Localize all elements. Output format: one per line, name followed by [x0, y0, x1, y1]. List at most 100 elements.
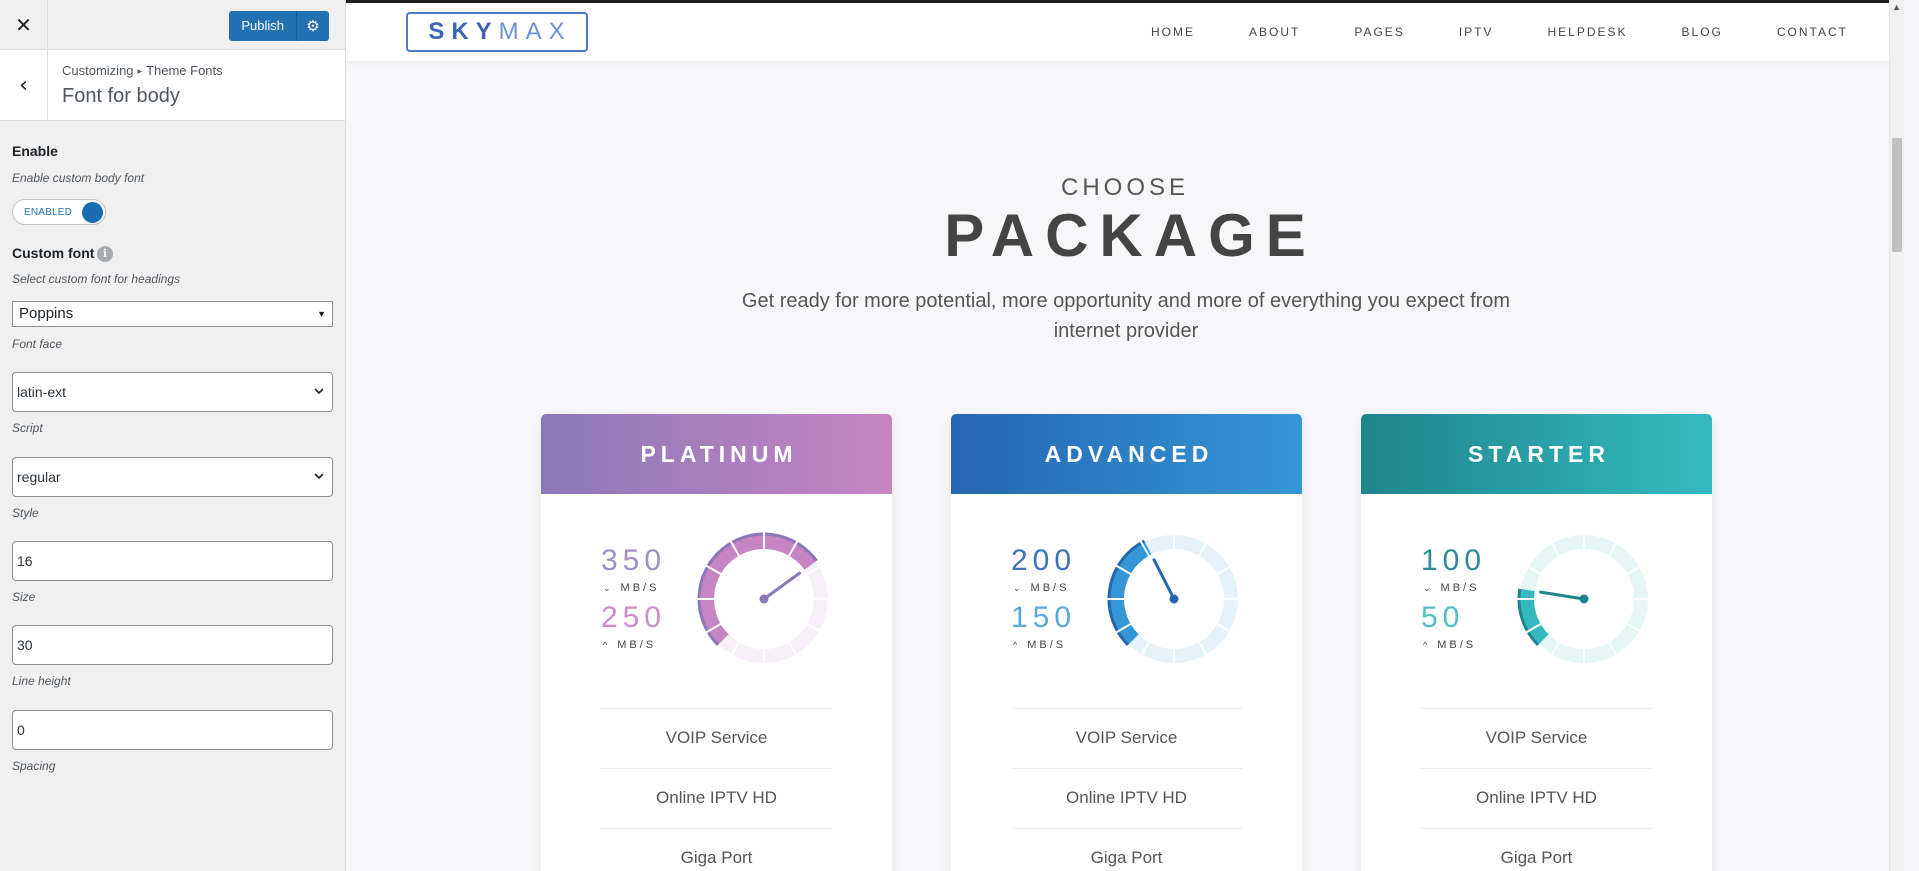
gauge-needle — [1152, 558, 1176, 601]
upload-unit: ^ MB/S — [603, 639, 657, 651]
style-value: regular — [17, 469, 61, 485]
speed-gauge — [1517, 532, 1651, 666]
gauge-needle — [1539, 590, 1586, 601]
feature-item: Online IPTV HD — [1011, 768, 1242, 828]
chevron-up-icon: ^ — [1423, 640, 1431, 650]
chevron-up-icon: ^ — [603, 640, 611, 650]
line-height-input[interactable]: 30 — [12, 625, 333, 665]
feature-item: Giga Port — [1011, 828, 1242, 871]
font-family-select[interactable]: Poppins ▼ — [12, 301, 333, 327]
custom-font-label: Custom font — [12, 245, 95, 261]
site-logo[interactable]: SKYMAX — [406, 12, 588, 52]
spacing-input[interactable]: 0 — [12, 710, 333, 750]
script-description: Script — [12, 421, 43, 435]
style-select[interactable]: regular — [12, 457, 333, 497]
line-height-description: Line height — [12, 674, 71, 688]
speed-gauge — [1107, 532, 1241, 666]
download-speed: 100 — [1421, 544, 1487, 577]
scrollbar-thumb[interactable] — [1892, 138, 1902, 252]
chevron-down-icon: ⌄ — [603, 583, 614, 593]
nav-pages[interactable]: PAGES — [1354, 25, 1404, 39]
package-name: ADVANCED — [1044, 440, 1214, 467]
size-input[interactable]: 16 — [12, 541, 333, 581]
publish-button[interactable]: Publish — [229, 11, 297, 41]
download-unit: ⌄ MB/S — [1423, 582, 1480, 594]
upload-speed: 150 — [1011, 601, 1077, 634]
script-value: latin-ext — [17, 384, 67, 400]
gauge-hub — [1579, 594, 1589, 604]
gauge-needle — [762, 571, 802, 601]
close-icon: ✕ — [15, 13, 32, 37]
chevron-down-icon — [314, 473, 324, 480]
spacing-value: 0 — [17, 722, 25, 738]
feature-item: VOIP Service — [1421, 708, 1652, 768]
customizer-header: ✕ Publish ⚙ — [0, 0, 345, 50]
main-nav: HOME ABOUT PAGES IPTV HELPDESK BLOG CONT… — [1097, 25, 1848, 39]
preview-scrollbar[interactable]: ▲ — [1889, 0, 1904, 871]
package-card-header: STARTER — [1361, 414, 1712, 494]
package-card-starter: STARTER 100 ⌄ MB/S 50 ^ MB/S VOIP Service … — [1361, 414, 1712, 871]
upload-unit: ^ MB/S — [1013, 639, 1067, 651]
line-height-value: 30 — [17, 637, 33, 653]
feature-item: Online IPTV HD — [601, 768, 832, 828]
package-card-advanced: ADVANCED 200 ⌄ MB/S 150 ^ MB/S VOIP Servic… — [951, 414, 1302, 871]
logo-part-1: SKY — [428, 18, 499, 45]
site-header: SKYMAX HOME ABOUT PAGES IPTV HELPDESK BL… — [346, 3, 1904, 61]
download-unit: ⌄ MB/S — [1013, 582, 1070, 594]
upload-unit: ^ MB/S — [1423, 639, 1477, 651]
gear-icon: ⚙ — [306, 17, 320, 35]
feature-item: Online IPTV HD — [1421, 768, 1652, 828]
section-title: Font for body — [62, 85, 180, 107]
close-customizer-button[interactable]: ✕ — [0, 0, 48, 50]
nav-helpdesk[interactable]: HELPDESK — [1548, 25, 1628, 39]
download-unit: ⌄ MB/S — [603, 582, 660, 594]
breadcrumb-root: Customizing — [62, 63, 134, 78]
chevron-up-icon: ^ — [1013, 640, 1021, 650]
dropdown-arrow-icon: ▼ — [317, 309, 326, 319]
enable-label: Enable — [12, 143, 58, 159]
publish-controls: Publish ⚙ — [229, 11, 329, 41]
section-header: ‹ Customizing ▸ Theme Fonts Font for body — [0, 50, 345, 121]
spacing-description: Spacing — [12, 759, 56, 773]
chevron-down-icon: ⌄ — [1423, 583, 1434, 593]
nav-iptv[interactable]: IPTV — [1459, 25, 1494, 39]
feature-item: VOIP Service — [1011, 708, 1242, 768]
nav-home[interactable]: HOME — [1151, 25, 1195, 39]
section-tagline: Get ready for more potential, more oppor… — [741, 290, 1511, 342]
feature-item: Giga Port — [601, 828, 832, 871]
info-icon[interactable]: i — [97, 246, 113, 262]
nav-about[interactable]: ABOUT — [1249, 25, 1300, 39]
enable-description: Enable custom body font — [12, 171, 145, 185]
nav-contact[interactable]: CONTACT — [1777, 25, 1848, 39]
upload-speed: 250 — [601, 601, 667, 634]
feature-item: Giga Port — [1421, 828, 1652, 871]
gauge-fill — [700, 535, 816, 645]
chevron-down-icon: ⌄ — [1013, 583, 1024, 593]
breadcrumb-section: Theme Fonts — [146, 63, 223, 78]
speed-gauge — [697, 532, 831, 666]
logo-part-2: MAX — [498, 18, 572, 45]
style-description: Style — [12, 506, 39, 520]
chevron-down-icon — [314, 388, 324, 395]
size-description: Size — [12, 590, 36, 604]
size-value: 16 — [17, 553, 33, 569]
download-speed: 200 — [1011, 544, 1077, 577]
nav-blog[interactable]: BLOG — [1682, 25, 1723, 39]
customizer-sidebar: ✕ Publish ⚙ ‹ Customizing ▸ Theme Fonts Fo… — [0, 0, 346, 871]
toggle-knob — [82, 202, 103, 223]
enable-toggle[interactable]: ENABLED — [12, 199, 106, 225]
section-heading: PACKAGE — [944, 202, 1317, 269]
gauge-hub — [1169, 594, 1179, 604]
upload-speed: 50 — [1421, 601, 1465, 634]
package-card-platinum: PLATINUM 350 ⌄ MB/S 250 ^ MB/S VOIP Servic… — [541, 414, 892, 871]
publish-settings-button[interactable]: ⚙ — [297, 11, 329, 41]
script-select[interactable]: latin-ext — [12, 372, 333, 412]
chevron-left-icon: ‹ — [19, 73, 28, 98]
font-family-value: Poppins — [19, 305, 74, 322]
package-card-header: PLATINUM — [541, 414, 892, 494]
download-speed: 350 — [601, 544, 667, 577]
back-button[interactable]: ‹ — [0, 50, 48, 121]
section-subheading: CHOOSE — [1060, 174, 1189, 201]
gauge-hub — [759, 594, 769, 604]
scroll-up-icon[interactable]: ▲ — [1892, 2, 1901, 12]
